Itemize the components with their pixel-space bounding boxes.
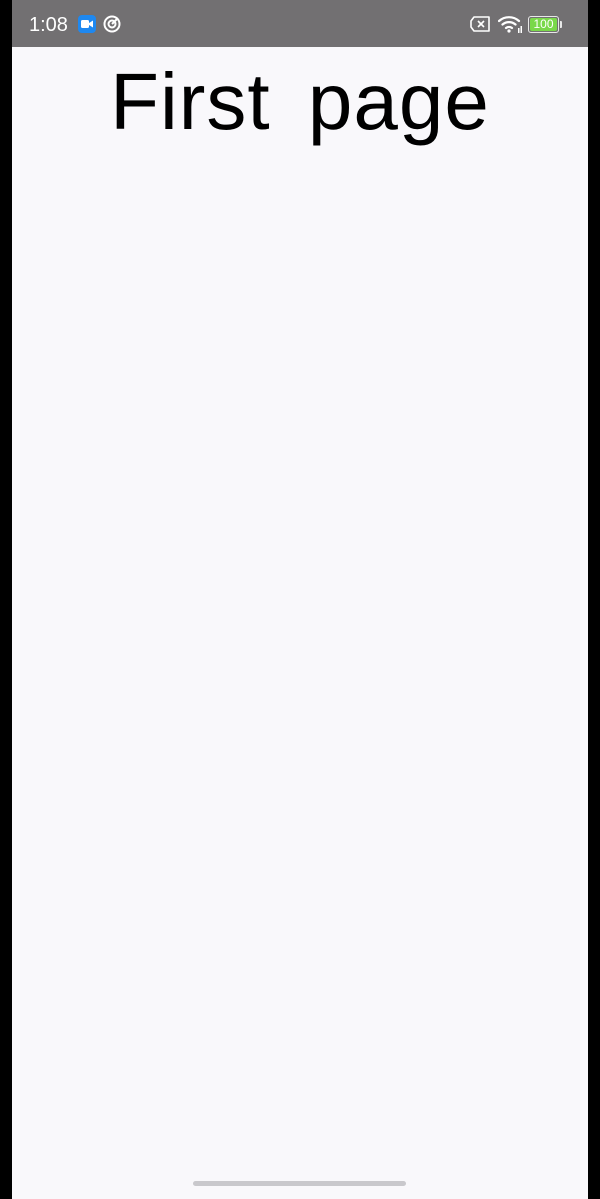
app-screen: 1:08 100 First page bbox=[12, 0, 588, 1199]
battery-tip bbox=[560, 21, 562, 28]
screen-record-icon bbox=[78, 15, 96, 33]
home-indicator[interactable] bbox=[193, 1181, 406, 1186]
wifi-icon bbox=[497, 14, 522, 34]
battery-level: 100 bbox=[533, 17, 554, 31]
status-bar: 1:08 100 bbox=[12, 0, 588, 47]
page-title: First page bbox=[110, 57, 490, 146]
battery-icon: 100 bbox=[528, 16, 562, 33]
no-sim-icon bbox=[470, 16, 490, 32]
sync-icon bbox=[103, 15, 121, 33]
status-time: 1:08 bbox=[29, 14, 68, 36]
